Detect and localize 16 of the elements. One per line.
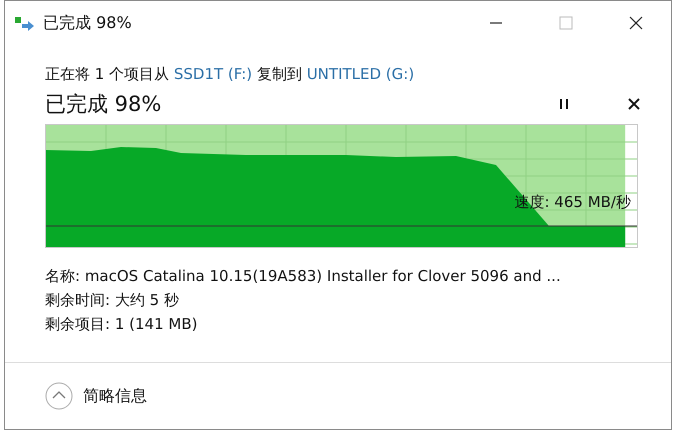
close-icon [629,16,643,30]
destination-link[interactable]: UNTITLED (G:) [306,65,414,83]
copy-description: 正在将 1 个项目从 SSD1T (F:) 复制到 UNTITLED (G:) [45,64,416,85]
chevron-icon [45,382,73,410]
pause-icon [558,98,570,110]
details-toggle[interactable]: 简略信息 [45,382,147,410]
source-link[interactable]: SSD1T (F:) [174,65,252,83]
progress-heading: 已完成 98% [45,91,162,118]
copy-icon [15,15,35,31]
speed-label: 速度: 465 MB/秒 [514,193,631,212]
window-title: 已完成 98% [43,12,132,34]
maximize-icon [559,16,573,30]
detail-text: 剩余项目: 1 (141 MB) [45,314,198,335]
close-icon [628,98,640,110]
detail-text: 剩余时间: 大约 5 秒 [45,290,180,311]
detail-text: 名称: macOS Catalina 10.15(19A583) Installer for Clover 5096 and ... [45,266,562,287]
